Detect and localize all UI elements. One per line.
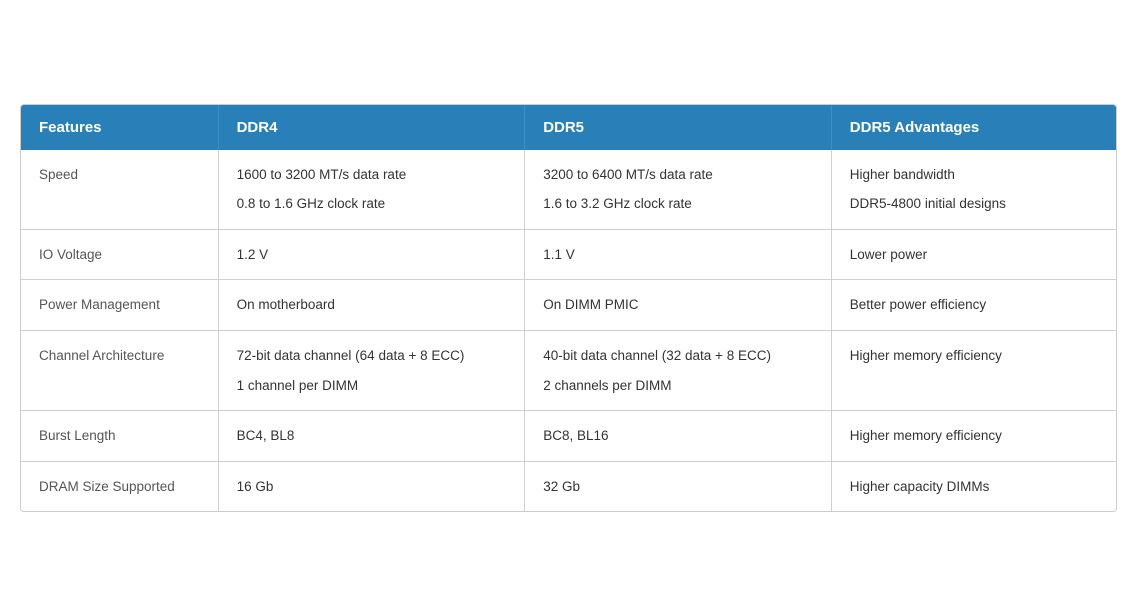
table-row: Power Management On motherboard On DIMM PM…: [21, 280, 1116, 331]
table-row: Channel Architecture72-bit data channel …: [21, 331, 1116, 411]
cell-line: Better power efficiency: [850, 294, 1098, 316]
cell-line: 72-bit data channel (64 data + 8 ECC): [237, 345, 507, 367]
cell-line: 1.1 V: [543, 244, 813, 266]
cell-ddr5: 40-bit data channel (32 data + 8 ECC) 2 c…: [525, 331, 832, 411]
header-features: Features: [21, 105, 218, 150]
table-row: DRAM Size Supported 16 Gb 32 Gb Higher capa…: [21, 461, 1116, 511]
table-row: Burst Length BC4, BL8 BC8, BL16 Higher memo…: [21, 411, 1116, 462]
cell-line: Lower power: [850, 244, 1098, 266]
cell-line: 40-bit data channel (32 data + 8 ECC): [543, 345, 813, 367]
cell-ddr4: BC4, BL8: [218, 411, 525, 462]
cell-ddr4: On motherboard: [218, 280, 525, 331]
cell-line: BC4, BL8: [237, 425, 507, 447]
cell-feature: IO Voltage: [21, 229, 218, 280]
table-header-row: Features DDR4 DDR5 DDR5 Advantages: [21, 105, 1116, 150]
cell-ddr5: On DIMM PMIC: [525, 280, 832, 331]
cell-feature: Speed: [21, 150, 218, 230]
cell-feature: Burst Length: [21, 411, 218, 462]
cell-ddr4: 1.2 V: [218, 229, 525, 280]
comparison-table: Features DDR4 DDR5 DDR5 Advantages Speed…: [20, 104, 1117, 513]
cell-line: 1600 to 3200 MT/s data rate: [237, 164, 507, 186]
cell-ddr5: 1.1 V: [525, 229, 832, 280]
cell-advantage: Higher capacity DIMMs: [831, 461, 1116, 511]
cell-line: On motherboard: [237, 294, 507, 316]
cell-feature: Power Management: [21, 280, 218, 331]
cell-ddr5: BC8, BL16: [525, 411, 832, 462]
table-row: Speed 1600 to 3200 MT/s data rate 0.8 to 1…: [21, 150, 1116, 230]
cell-ddr4: 1600 to 3200 MT/s data rate 0.8 to 1.6 GH…: [218, 150, 525, 230]
cell-advantage: Lower power: [831, 229, 1116, 280]
cell-line: On DIMM PMIC: [543, 294, 813, 316]
cell-line: Higher memory efficiency: [850, 345, 1098, 367]
header-advantages: DDR5 Advantages: [831, 105, 1116, 150]
cell-line: 3200 to 6400 MT/s data rate: [543, 164, 813, 186]
cell-ddr5: 3200 to 6400 MT/s data rate 1.6 to 3.2 GH…: [525, 150, 832, 230]
cell-line: 16 Gb: [237, 476, 507, 498]
cell-line: 32 Gb: [543, 476, 813, 498]
header-ddr4: DDR4: [218, 105, 525, 150]
cell-line: 0.8 to 1.6 GHz clock rate: [237, 193, 507, 215]
cell-advantage: Better power efficiency: [831, 280, 1116, 331]
cell-line: Higher capacity DIMMs: [850, 476, 1098, 498]
cell-line: 1.6 to 3.2 GHz clock rate: [543, 193, 813, 215]
cell-feature: Channel Architecture: [21, 331, 218, 411]
cell-advantage: Higher bandwidth DDR5-4800 initial design…: [831, 150, 1116, 230]
cell-line: 1.2 V: [237, 244, 507, 266]
cell-advantage: Higher memory efficiency: [831, 331, 1116, 411]
cell-advantage: Higher memory efficiency: [831, 411, 1116, 462]
cell-line: BC8, BL16: [543, 425, 813, 447]
cell-line: DDR5-4800 initial designs: [850, 193, 1098, 215]
cell-line: Higher bandwidth: [850, 164, 1098, 186]
cell-ddr4: 72-bit data channel (64 data + 8 ECC) 1 c…: [218, 331, 525, 411]
header-ddr5: DDR5: [525, 105, 832, 150]
table-row: IO Voltage 1.2 V 1.1 V Lower power: [21, 229, 1116, 280]
cell-ddr5: 32 Gb: [525, 461, 832, 511]
cell-feature: DRAM Size Supported: [21, 461, 218, 511]
cell-line: Higher memory efficiency: [850, 425, 1098, 447]
cell-line: 1 channel per DIMM: [237, 375, 507, 397]
cell-ddr4: 16 Gb: [218, 461, 525, 511]
cell-line: 2 channels per DIMM: [543, 375, 813, 397]
